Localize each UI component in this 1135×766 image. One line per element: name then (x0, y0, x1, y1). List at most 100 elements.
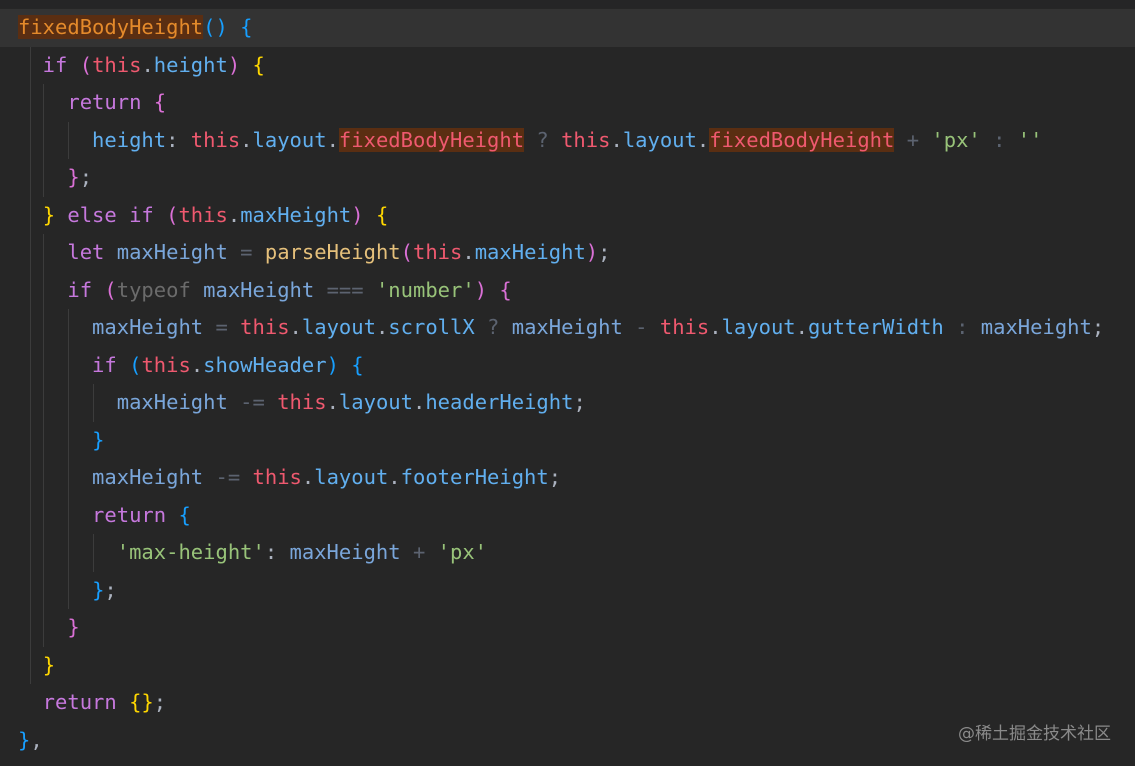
code-token: this (190, 127, 241, 152)
code-token: layout (314, 465, 389, 489)
code-token: '' (1017, 127, 1043, 152)
code-line[interactable]: if (this.showHeader) { (0, 347, 1135, 385)
code-token: this (277, 390, 327, 414)
code-token: . (289, 315, 302, 339)
code-token: maxHeight (474, 240, 586, 264)
code-token: maxHeight (980, 315, 1092, 339)
code-token: } (42, 652, 56, 677)
code-token: if (18, 52, 80, 77)
code-token: this (240, 315, 290, 339)
code-token: . (326, 127, 339, 152)
code-token: . (301, 465, 315, 489)
code-token: maxHeight (511, 315, 623, 339)
code-token: maxHeight (116, 240, 228, 264)
code-token: {} (129, 690, 154, 714)
code-token: : (943, 315, 981, 339)
code-line[interactable]: maxHeight = this.layout.scrollX ? maxHei… (0, 309, 1135, 347)
code-token: . (610, 127, 623, 152)
code-line-text: }; (18, 159, 92, 197)
code-token: ( (129, 352, 142, 377)
indent-guide (43, 234, 45, 647)
code-line[interactable]: maxHeight -= this.layout.headerHeight; (0, 384, 1135, 422)
code-line[interactable]: if (this.height) { (0, 47, 1135, 85)
code-token: . (375, 315, 389, 339)
code-token: } (67, 165, 80, 189)
code-token: ) (227, 52, 241, 77)
code-token: { (240, 15, 253, 39)
code-line-text: maxHeight = this.layout.scrollX ? maxHei… (18, 309, 1104, 347)
code-line[interactable]: 'max-height': maxHeight + 'px' (0, 534, 1135, 572)
code-token: ; (1091, 315, 1105, 339)
code-token: === (314, 277, 376, 302)
code-token: maxHeight (289, 540, 401, 564)
code-token: } (92, 427, 105, 452)
code-token: maxHeight (18, 390, 228, 414)
code-line[interactable]: fixedBodyHeight() { (0, 9, 1135, 47)
code-line[interactable]: height: this.layout.fixedBodyHeight ? th… (0, 122, 1135, 160)
code-token: ; (548, 465, 562, 489)
code-token: ( (104, 277, 117, 302)
code-token: headerHeight (425, 390, 574, 414)
code-token: this (659, 315, 710, 339)
code-token: { (499, 277, 512, 302)
code-line[interactable]: if (typeof maxHeight === 'number') { (0, 272, 1135, 310)
code-token: layout (721, 315, 796, 339)
code-token: ( (166, 202, 179, 227)
code-line-text: if (typeof maxHeight === 'number') { (18, 272, 512, 310)
code-token: return (18, 690, 130, 714)
code-token: ; (573, 390, 586, 414)
code-token: layout (301, 315, 376, 339)
code-token: . (412, 390, 426, 414)
code-token: { (252, 52, 265, 77)
code-token: maxHeight (203, 277, 315, 302)
code-token: . (141, 52, 154, 77)
code-token: . (190, 352, 204, 377)
indent-guide (67, 309, 69, 609)
code-line[interactable]: }; (0, 159, 1135, 197)
code-line[interactable]: } (0, 647, 1135, 685)
code-token: ) (351, 202, 364, 227)
code-token: { (375, 202, 389, 227)
code-line[interactable]: } (0, 609, 1135, 647)
code-token: this (141, 352, 191, 377)
code-token: : (264, 540, 290, 564)
indent-guide (92, 534, 94, 572)
code-line-text: } (18, 609, 79, 647)
watermark-text: @稀土掘金技术社区 (958, 724, 1111, 744)
code-line[interactable]: } (0, 422, 1135, 460)
code-token: } (42, 202, 56, 227)
code-token: . (795, 315, 808, 339)
code-token: - (622, 315, 660, 339)
code-token: : (166, 127, 191, 152)
code-token: 'px' (931, 127, 981, 152)
code-line[interactable]: } else if (this.maxHeight) { (0, 197, 1135, 235)
code-token: ; (104, 577, 117, 602)
code-line[interactable]: maxHeight -= this.layout.footerHeight; (0, 459, 1135, 497)
code-line[interactable]: return { (0, 84, 1135, 122)
code-token: -= (203, 465, 253, 489)
code-token: 'px' (437, 540, 488, 564)
code-token: () (203, 15, 228, 39)
code-token: this (252, 465, 302, 489)
code-token: this (412, 240, 463, 264)
code-token: maxHeight (18, 315, 204, 339)
code-token: if (18, 352, 130, 377)
code-token: gutterWidth (807, 315, 944, 339)
code-line-text: fixedBodyHeight() { (18, 9, 253, 47)
code-token: fixedBodyHeight (709, 127, 895, 152)
code-token: parseHeight (264, 240, 401, 264)
code-line[interactable]: }; (0, 572, 1135, 610)
code-line[interactable]: let maxHeight = parseHeight(this.maxHeig… (0, 234, 1135, 272)
code-line-text: if (this.height) { (18, 47, 265, 85)
code-token: { (351, 352, 364, 377)
code-editor[interactable]: fixedBodyHeight() { if (this.height) { r… (0, 8, 1135, 766)
code-line[interactable]: return {}; (0, 684, 1135, 722)
code-token: height (153, 52, 228, 77)
code-token: } (18, 727, 31, 752)
code-token: ) (585, 240, 599, 264)
code-line[interactable]: return { (0, 497, 1135, 535)
